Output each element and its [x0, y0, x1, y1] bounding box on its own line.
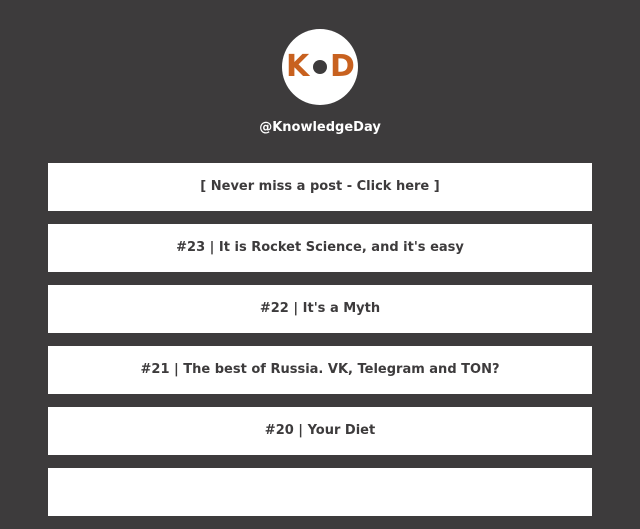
logo-letter-k: K — [286, 49, 310, 84]
post-link-button-23[interactable]: #23 | It is Rocket Science, and it's eas… — [48, 224, 592, 272]
post-link-button-21[interactable]: #21 | The best of Russia. VK, Telegram a… — [48, 346, 592, 394]
post-link-button-20[interactable]: #20 | Your Diet — [48, 407, 592, 455]
avatar[interactable]: K D — [282, 29, 358, 105]
post-link-button-partial[interactable] — [48, 468, 592, 516]
link-list: [ Never miss a post - Click here ] #23 |… — [48, 163, 592, 529]
post-link-button-22[interactable]: #22 | It's a Myth — [48, 285, 592, 333]
logo-letter-d: D — [330, 49, 355, 84]
subscribe-link-button[interactable]: [ Never miss a post - Click here ] — [48, 163, 592, 211]
profile-handle: @KnowledgeDay — [259, 120, 381, 135]
profile-header: K D @KnowledgeDay — [0, 0, 640, 150]
logo-dot-icon — [313, 60, 327, 74]
